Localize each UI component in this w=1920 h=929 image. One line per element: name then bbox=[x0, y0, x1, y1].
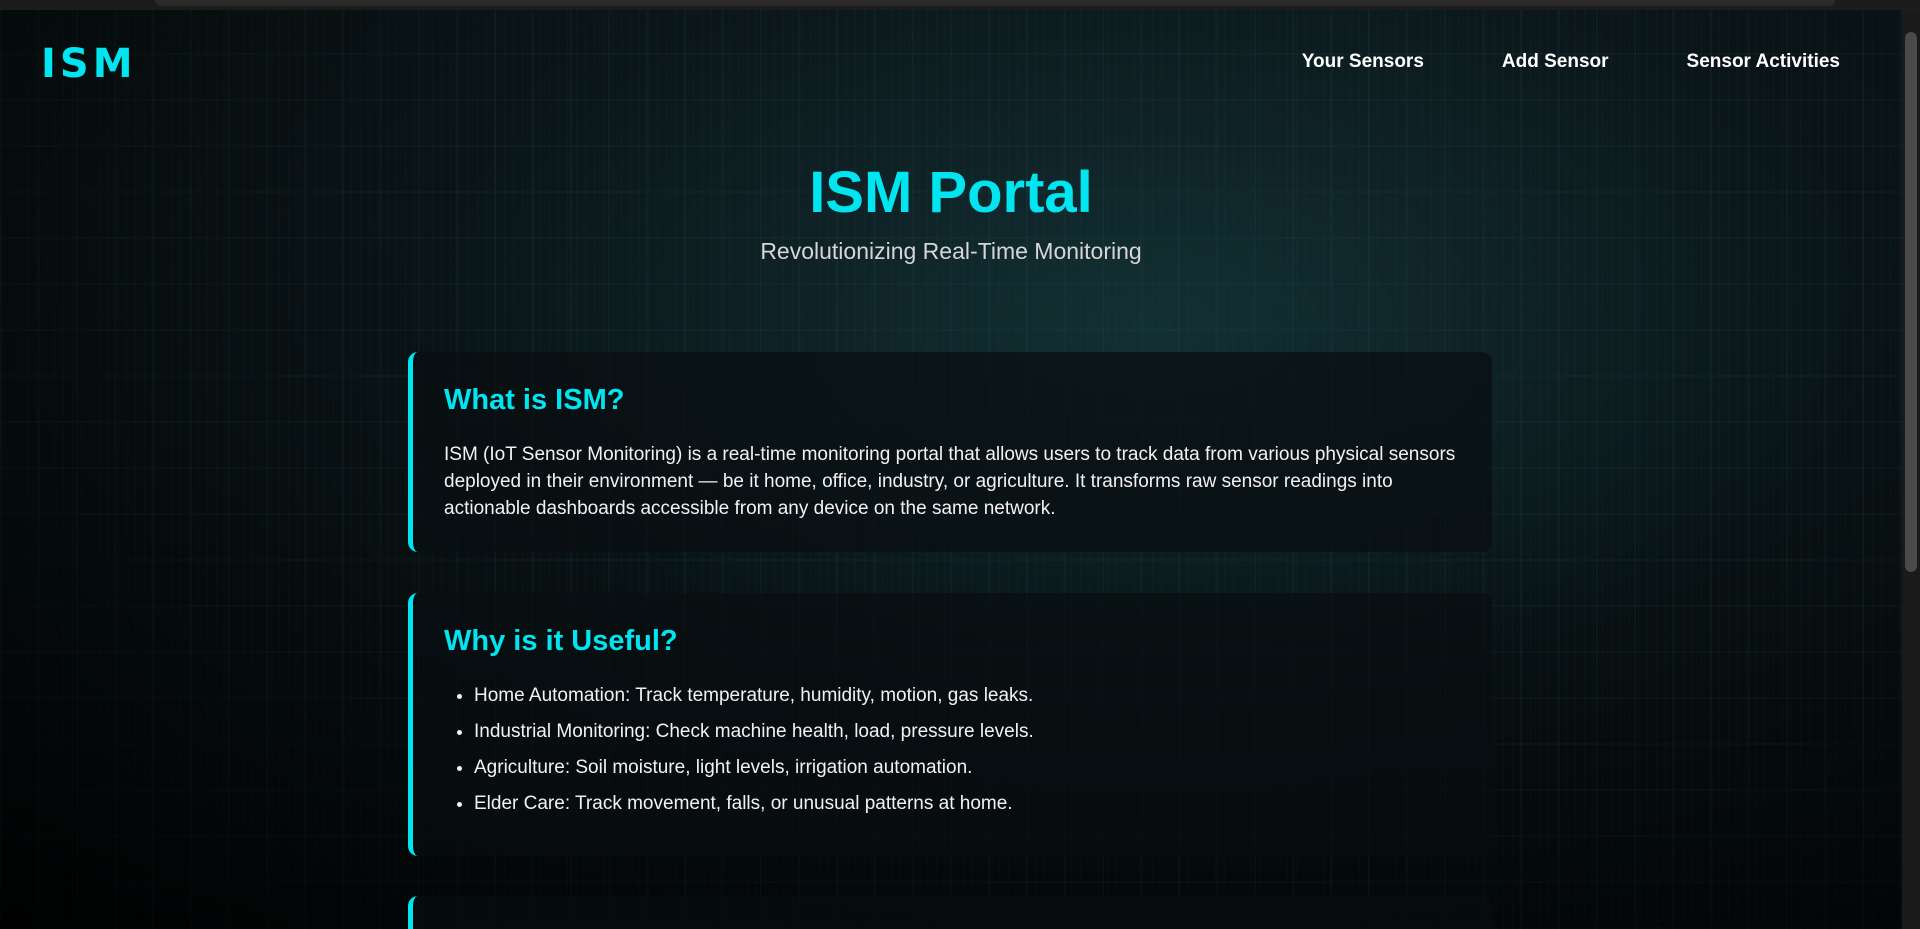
nav-link-sensor-activities[interactable]: Sensor Activities bbox=[1687, 51, 1840, 73]
list-item: Industrial Monitoring: Check machine hea… bbox=[474, 718, 1456, 745]
scrollbar-thumb[interactable] bbox=[1905, 32, 1917, 572]
hero: ISM Portal Revolutionizing Real-Time Mon… bbox=[0, 158, 1902, 265]
list-item: Home Automation: Track temperature, humi… bbox=[474, 682, 1456, 709]
card-title: What is ISM? bbox=[444, 384, 625, 416]
list-item: Elder Care: Track movement, falls, or un… bbox=[474, 790, 1456, 817]
list-item: Agriculture: Soil moisture, light levels… bbox=[474, 754, 1456, 781]
nav-link-your-sensors[interactable]: Your Sensors bbox=[1302, 51, 1424, 73]
page-subtitle: Revolutionizing Real-Time Monitoring bbox=[760, 238, 1142, 264]
address-bar-edge bbox=[155, 0, 1835, 6]
card-title: Why is it Useful? bbox=[444, 625, 678, 657]
page-title: ISM Portal bbox=[809, 160, 1093, 225]
card-why-useful: Why is it Useful? Home Automation: Track… bbox=[408, 593, 1492, 856]
card-text: ISM (IoT Sensor Monitoring) is a real-ti… bbox=[444, 444, 1456, 519]
card-what-is-ism: What is ISM? ISM (IoT Sensor Monitoring)… bbox=[408, 352, 1492, 552]
page: ISM Your Sensors Add Sensor Sensor Activ… bbox=[0, 0, 1920, 929]
browser-top-bar bbox=[0, 0, 1920, 10]
scrollbar[interactable] bbox=[1902, 10, 1920, 929]
navbar: ISM Your Sensors Add Sensor Sensor Activ… bbox=[0, 30, 1902, 96]
nav-link-add-sensor[interactable]: Add Sensor bbox=[1502, 51, 1609, 73]
nav-links: Your Sensors Add Sensor Sensor Activitie… bbox=[1302, 51, 1840, 73]
card-next-section bbox=[408, 896, 1492, 929]
use-case-list: Home Automation: Track temperature, humi… bbox=[444, 682, 1456, 817]
logo[interactable]: ISM bbox=[41, 41, 137, 87]
